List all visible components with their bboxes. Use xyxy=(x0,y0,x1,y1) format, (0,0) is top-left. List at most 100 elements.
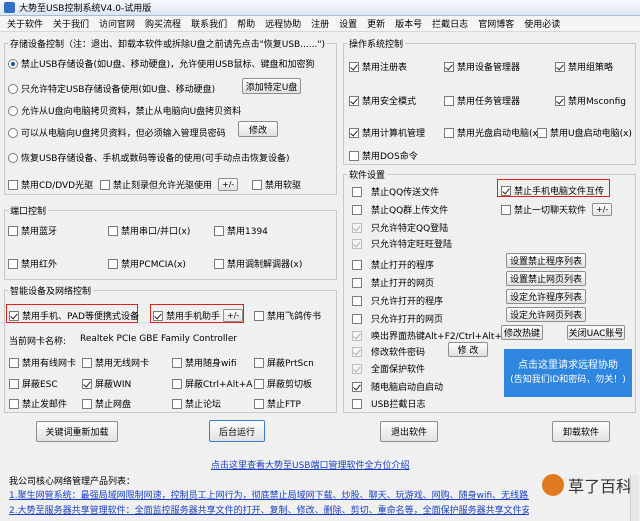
storage-option-allow-specific[interactable]: 只允许特定USB存储设备使用(如U盘、移动硬盘) xyxy=(8,82,215,95)
disable-feige-checkbox[interactable]: 禁用飞鸽传书 xyxy=(254,309,321,322)
autostart-checkbox[interactable]: 随电脑启动自启动 xyxy=(352,380,443,393)
block-all-chat-checkbox[interactable]: 禁止一切聊天软件 +/- xyxy=(501,203,613,216)
remote-assist-button[interactable]: 点击这里请求远程协助 (告知我们ID和密码，勿关！) xyxy=(504,349,632,397)
chat-plus-minus-button[interactable]: +/- xyxy=(592,203,613,216)
add-specific-usb-button[interactable]: 添加特定U盘 xyxy=(242,78,301,94)
disable-usb-boot-checkbox[interactable]: 禁用U盘启动电脑(x) xyxy=(537,126,632,139)
disable-modem-checkbox[interactable]: 禁用调制解调器(x) xyxy=(214,257,302,270)
block-ftp-checkbox[interactable]: 禁止FTP xyxy=(254,397,301,410)
phone-assistant-plus-minus-button[interactable]: +/- xyxy=(223,309,244,322)
product-guide-link[interactable]: 点击这里查看大势至USB端口管理软件全方位介绍 xyxy=(211,458,409,471)
disable-phone-pad-checkbox[interactable]: 禁用手机、PAD等便携式设备 xyxy=(9,309,139,322)
usb-intercept-log-checkbox[interactable]: USB拦截日志 xyxy=(352,397,425,410)
block-email-checkbox[interactable]: 禁止发邮件 xyxy=(9,397,67,410)
disable-serial-parallel-checkbox[interactable]: 禁用串口/并口(x) xyxy=(108,224,190,237)
block-qq-file-checkbox[interactable]: 禁止QQ传送文件 xyxy=(352,185,439,198)
menu-about-us[interactable]: 关于我们 xyxy=(48,17,94,30)
menu-readme[interactable]: 使用必读 xyxy=(519,17,565,30)
allow-specific-qq-checkbox[interactable]: 只允许特定QQ登陆 xyxy=(352,221,448,234)
disable-safe-mode-checkbox[interactable]: 禁用安全模式 xyxy=(349,94,416,107)
checkbox-icon xyxy=(349,95,359,106)
protect-software-checkbox[interactable]: 全面保护软件 xyxy=(352,362,425,375)
modify-software-password-button[interactable]: 修 改 xyxy=(448,342,488,357)
reload-keywords-button[interactable]: 关键词重新加载 xyxy=(36,421,118,442)
block-qq-group-upload-checkbox[interactable]: 禁止QQ群上传文件 xyxy=(352,203,448,216)
checkbox-icon xyxy=(349,127,359,138)
menu-update[interactable]: 更新 xyxy=(362,17,390,30)
uninstall-software-button[interactable]: 卸载软件 xyxy=(552,421,610,442)
disable-wireless-nic-checkbox[interactable]: 禁用无线网卡 xyxy=(82,356,149,369)
storage-option-block-usb[interactable]: 禁止USB存储设备(如U盘、移动硬盘)，允许使用USB鼠标、键盘和加密狗 xyxy=(8,57,315,70)
checkbox-icon xyxy=(352,186,362,197)
checkbox-icon xyxy=(349,150,359,161)
vertical-scrollbar[interactable] xyxy=(630,475,639,521)
disable-wired-nic-checkbox[interactable]: 禁用有线网卡 xyxy=(9,356,76,369)
checkbox-icon xyxy=(172,357,182,368)
menu-remote[interactable]: 远程协助 xyxy=(260,17,306,30)
burn-plus-minus-button[interactable]: +/- xyxy=(218,178,239,191)
menu-contact[interactable]: 联系我们 xyxy=(186,17,232,30)
set-allowed-programs-button[interactable]: 设定允许程序列表 xyxy=(506,289,586,304)
allow-programs-checkbox[interactable]: 只允许打开的程序 xyxy=(352,294,443,307)
disable-1394-checkbox[interactable]: 禁用1394 xyxy=(214,224,268,237)
menu-help[interactable]: 帮助 xyxy=(232,17,260,30)
hotkey-checkbox[interactable]: 唤出界面热键Alt+F2/Ctrl+Alt+2 xyxy=(352,329,508,342)
storage-option-read-only[interactable]: 允许从U盘向电脑拷贝资料，禁止从电脑向U盘拷贝资料 xyxy=(8,104,241,117)
disable-cd-dvd-checkbox[interactable]: 禁用CD/DVD光驱 xyxy=(8,178,93,191)
watermark: 草了百科 xyxy=(541,473,632,497)
close-uac-button[interactable]: 关闭UAC账号 xyxy=(567,325,625,340)
allow-webpages-checkbox[interactable]: 只允许打开的网页 xyxy=(352,312,443,325)
disable-pcmcia-checkbox[interactable]: 禁用PCMCIA(x) xyxy=(108,257,186,270)
disable-registry-checkbox[interactable]: 禁用注册表 xyxy=(349,60,407,73)
block-phone-pc-transfer-checkbox[interactable]: 禁止手机电脑文件互传 xyxy=(501,184,604,197)
block-programs-checkbox[interactable]: 禁止打开的程序 xyxy=(352,258,434,271)
modify-password-button[interactable]: 修改 xyxy=(238,121,278,137)
run-background-button[interactable]: 后台运行 xyxy=(209,420,265,442)
disable-task-manager-checkbox[interactable]: 禁用任务管理器 xyxy=(444,94,520,107)
checkbox-icon xyxy=(108,225,118,236)
disable-dos-checkbox[interactable]: 禁用DOS命令 xyxy=(349,149,418,162)
block-win-checkbox[interactable]: 屏蔽WIN xyxy=(82,377,131,390)
storage-option-restore[interactable]: 恢复USB存储设备、手机或数码等设备的使用(可手动点击恢复设备) xyxy=(8,151,290,164)
disable-device-manager-checkbox[interactable]: 禁用设备管理器 xyxy=(444,60,520,73)
disable-phone-assistant-checkbox[interactable]: 禁用手机助手 +/- xyxy=(153,309,244,322)
menu-register[interactable]: 注册 xyxy=(306,17,334,30)
menu-version[interactable]: 版本号 xyxy=(390,17,427,30)
product-link-2[interactable]: 2.大势至服务器共享管理软件：全面监控服务器共享文件的打开、复制、修改、删除、剪… xyxy=(9,503,529,516)
modify-password-checkbox[interactable]: 修改软件密码 xyxy=(352,345,425,358)
disable-msconfig-checkbox[interactable]: 禁用Msconfig xyxy=(555,94,626,107)
menu-website[interactable]: 访问官网 xyxy=(94,17,140,30)
disable-portable-wifi-checkbox[interactable]: 禁用随身wifi xyxy=(172,356,237,369)
block-esc-checkbox[interactable]: 屏蔽ESC xyxy=(9,377,58,390)
set-allowed-webpages-button[interactable]: 设定允许网页列表 xyxy=(506,307,586,322)
product-link-1[interactable]: 1.聚生网管系统：最强局域网限制网速，控制员工上网行为，彻底禁止局域网下载、炒股… xyxy=(9,488,529,501)
radio-icon xyxy=(8,83,18,94)
disable-cd-boot-checkbox[interactable]: 禁用光盘启动电脑(x) xyxy=(444,126,541,139)
checkbox-icon xyxy=(254,310,264,321)
modify-hotkey-button[interactable]: 修改热键 xyxy=(501,325,543,340)
disable-floppy-checkbox[interactable]: 禁用软驱 xyxy=(252,178,301,191)
checkbox-icon xyxy=(9,357,19,368)
disable-infrared-checkbox[interactable]: 禁用红外 xyxy=(8,257,57,270)
block-webpages-checkbox[interactable]: 禁止打开的网页 xyxy=(352,276,434,289)
menu-blog[interactable]: 官网博客 xyxy=(473,17,519,30)
radio-icon xyxy=(8,105,18,116)
storage-option-password-write[interactable]: 可以从电脑向U盘拷贝资料，但必须输入管理员密码 xyxy=(8,126,226,139)
set-blocked-webpages-button[interactable]: 设置禁止网页列表 xyxy=(506,271,586,286)
block-forum-checkbox[interactable]: 禁止论坛 xyxy=(172,397,221,410)
menu-settings[interactable]: 设置 xyxy=(334,17,362,30)
block-netdisk-checkbox[interactable]: 禁止网盘 xyxy=(82,397,131,410)
menu-about-software[interactable]: 关于软件 xyxy=(2,17,48,30)
block-clipboard-checkbox[interactable]: 屏蔽剪切板 xyxy=(254,377,312,390)
exit-software-button[interactable]: 退出软件 xyxy=(380,421,438,442)
block-ctrl-alt-a-checkbox[interactable]: 屏蔽Ctrl+Alt+A xyxy=(172,377,252,390)
allow-specific-wangwang-checkbox[interactable]: 只允许特定旺旺登陆 xyxy=(352,237,452,250)
block-prtscn-checkbox[interactable]: 屏蔽PrtScn xyxy=(254,356,314,369)
menu-purchase[interactable]: 购买流程 xyxy=(140,17,186,30)
set-blocked-programs-button[interactable]: 设置禁止程序列表 xyxy=(506,253,586,268)
disable-bluetooth-checkbox[interactable]: 禁用蓝牙 xyxy=(8,224,57,237)
disable-computer-management-checkbox[interactable]: 禁用计算机管理 xyxy=(349,126,425,139)
block-burn-checkbox[interactable]: 禁止刻录但允许光驱使用 +/- xyxy=(100,178,239,191)
menu-intercept-log[interactable]: 拦截日志 xyxy=(427,17,473,30)
disable-group-policy-checkbox[interactable]: 禁用组策略 xyxy=(555,60,613,73)
